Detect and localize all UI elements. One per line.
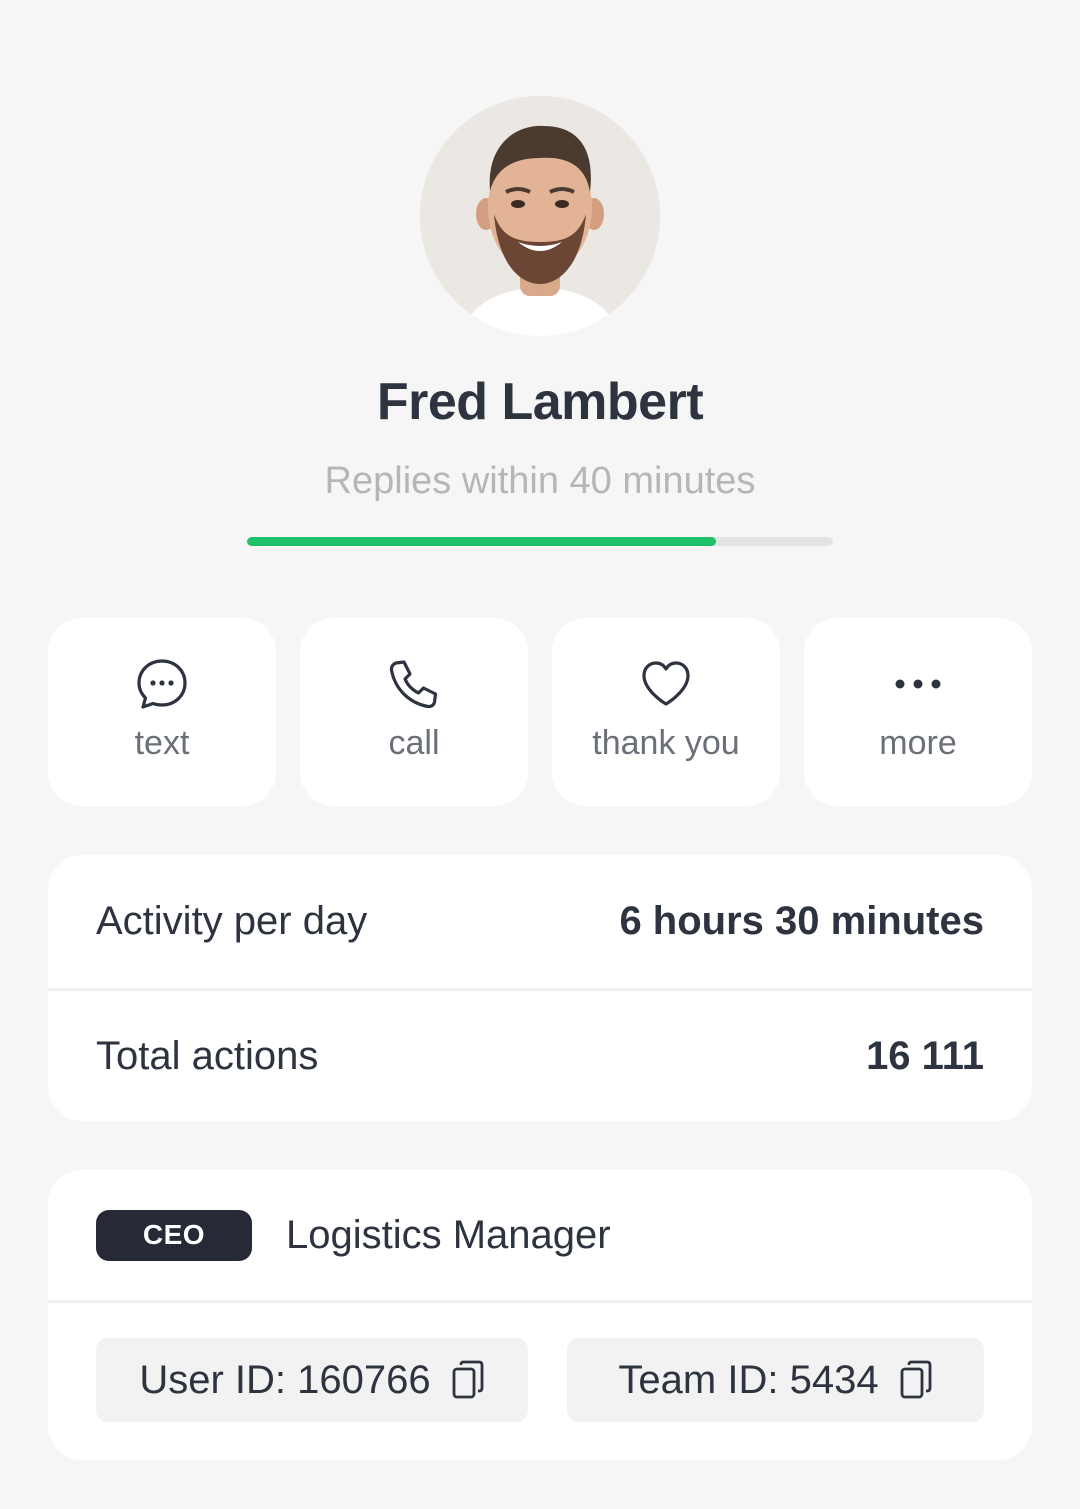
team-id-text: Team ID: 5434: [618, 1357, 879, 1402]
role-title: Logistics Manager: [286, 1212, 611, 1257]
reply-time-text: Replies within 40 minutes: [324, 460, 756, 502]
thank-you-button-label: thank you: [592, 724, 740, 762]
stat-label: Activity per day: [96, 899, 368, 943]
role-badge: CEO: [96, 1209, 252, 1261]
copy-icon: [899, 1360, 933, 1400]
stat-value: 6 hours 30 minutes: [619, 899, 984, 943]
chat-bubble-icon: [136, 658, 188, 710]
thank-you-button[interactable]: thank you: [552, 618, 780, 806]
copy-icon: [451, 1360, 485, 1400]
role-card: CEO Logistics Manager User ID: 160766 Te…: [48, 1170, 1032, 1460]
avatar: [420, 96, 660, 336]
more-button[interactable]: more: [804, 618, 1032, 806]
text-button-label: text: [134, 724, 190, 762]
ids-row: User ID: 160766 Team ID: 5434: [48, 1303, 1032, 1422]
role-row: CEO Logistics Manager: [48, 1170, 1032, 1303]
call-button[interactable]: call: [300, 618, 528, 806]
call-button-label: call: [388, 724, 440, 762]
action-buttons: text call thank you more: [48, 618, 1032, 806]
text-button[interactable]: text: [48, 618, 276, 806]
profile-name: Fred Lambert: [376, 373, 704, 431]
phone-icon: [388, 658, 440, 710]
stat-row-total-actions: Total actions 16 111: [48, 988, 1032, 1121]
user-id-copy-button[interactable]: User ID: 160766: [96, 1338, 528, 1422]
more-button-label: more: [879, 724, 957, 762]
user-id-text: User ID: 160766: [139, 1357, 431, 1402]
avatar-photo: [420, 96, 660, 336]
stats-card: Activity per day 6 hours 30 minutes Tota…: [48, 855, 1032, 1121]
heart-icon: [640, 658, 692, 710]
stat-label: Total actions: [96, 1033, 319, 1078]
team-id-copy-button[interactable]: Team ID: 5434: [567, 1338, 984, 1422]
reply-progress-fill: [247, 537, 716, 546]
more-dots-icon: [892, 658, 944, 710]
stat-value: 16 111: [866, 1033, 984, 1078]
reply-progress-bar: [247, 537, 833, 546]
stat-row-activity: Activity per day 6 hours 30 minutes: [48, 855, 1032, 988]
